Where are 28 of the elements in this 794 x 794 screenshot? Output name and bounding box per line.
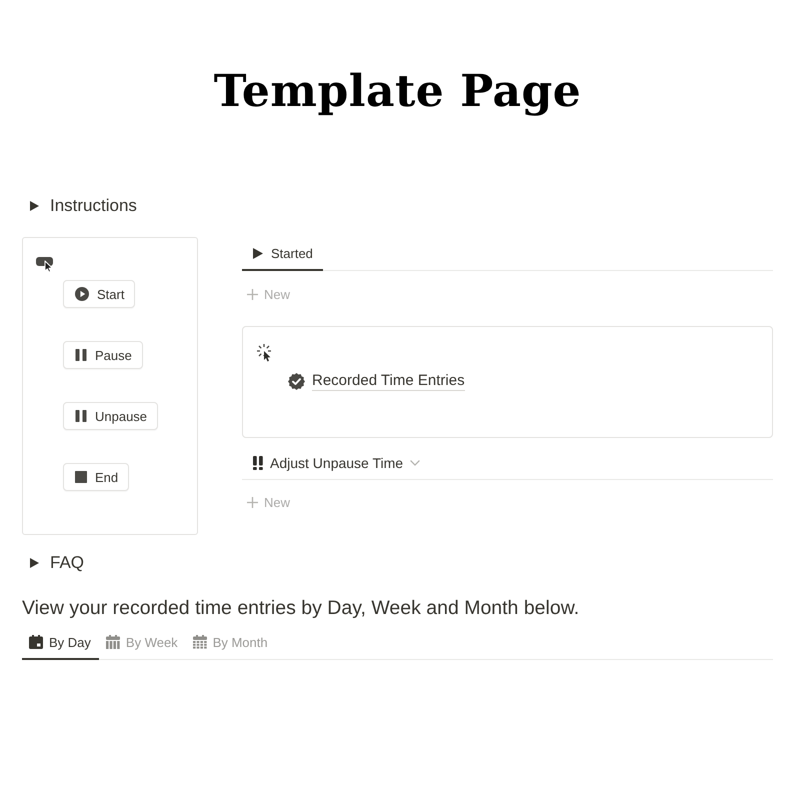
description-text: View your recorded time entries by Day, Week and Month below. <box>22 596 580 620</box>
action-button[interactable]: Start <box>63 280 136 308</box>
toggle-heading: FAQ <box>50 553 84 573</box>
play-icon <box>253 248 263 258</box>
group-heading: Adjust Unpause Time <box>270 454 404 470</box>
verified-badge-icon <box>288 372 305 390</box>
plus-icon <box>247 288 258 300</box>
click-cursor-icon <box>257 344 274 362</box>
calendar-icon <box>106 635 120 649</box>
pause-icon <box>75 349 87 361</box>
page-link[interactable]: Recorded Time Entries <box>312 371 465 391</box>
cursor-click-icon <box>36 257 54 272</box>
double-exclamation-icon <box>253 456 263 470</box>
stop-icon <box>75 471 87 483</box>
action-button[interactable]: End <box>63 463 130 491</box>
calendar-icon <box>29 635 43 649</box>
toggle-heading: Instructions <box>50 196 137 216</box>
action-button[interactable]: Pause <box>63 341 143 369</box>
page-title: Template Page <box>214 66 582 118</box>
plus-icon <box>247 496 258 508</box>
play-circle-icon <box>75 287 89 301</box>
pause-icon <box>75 410 87 422</box>
action-button[interactable]: Unpause <box>63 402 158 430</box>
view-tab[interactable]: By Day <box>22 626 99 660</box>
calendar-icon <box>192 635 207 649</box>
triangle-icon[interactable] <box>30 558 39 568</box>
triangle-icon[interactable] <box>30 201 39 211</box>
view-tab[interactable]: Started <box>242 237 323 271</box>
